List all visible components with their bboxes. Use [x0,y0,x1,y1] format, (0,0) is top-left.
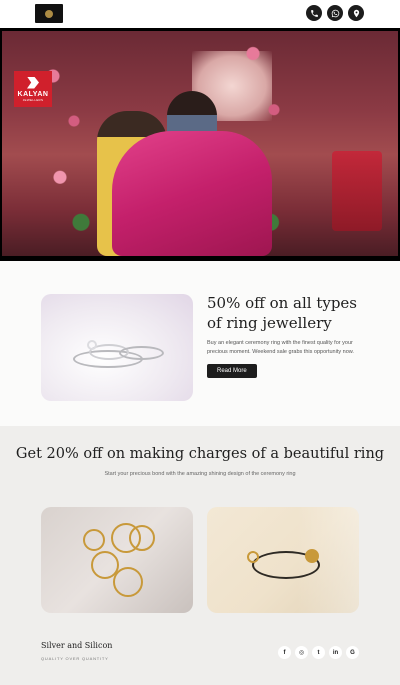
kalyan-brand-text: KALYAN [17,90,49,98]
whatsapp-icon[interactable] [327,5,343,21]
site-header [0,0,400,28]
gold-rings-image [41,507,193,613]
header-actions [306,5,364,21]
location-pin-icon[interactable] [348,5,364,21]
offer-section: 50% off on all types of ring jewellery B… [0,261,400,426]
hero-banner: KALYAN JEWELLERS [0,28,400,261]
hero-image: KALYAN JEWELLERS [2,31,398,256]
kalyan-jewellers-logo: KALYAN JEWELLERS [14,71,52,107]
promo-subtitle: Start your precious bond with the amazin… [104,471,296,477]
promo-title: Get 20% off on making charges of a beaut… [15,446,385,462]
offer-description: Buy an elegant ceremony ring with the fi… [207,340,354,355]
read-more-button[interactable]: Read More [207,364,257,378]
gold-earring-image [207,507,359,613]
brand-crest-icon [45,9,53,18]
brand-logo[interactable] [35,4,63,23]
linkedin-icon[interactable]: in [329,646,342,659]
footer-brand-name: Silver and Silicon [41,641,113,650]
kalyan-tagline-text: JEWELLERS [22,97,44,102]
kalyan-k-icon [27,76,39,89]
silver-rings-image [41,294,193,401]
twitter-icon[interactable]: t [312,646,325,659]
offer-text-block: 50% off on all types of ring jewellery B… [207,293,367,378]
footer-tagline: QUALITY OVER QUANTITY [41,656,109,661]
social-links: f ◎ t in G [278,646,359,659]
google-icon[interactable]: G [346,646,359,659]
phone-icon[interactable] [306,5,322,21]
offer-title: 50% off on all types of ring jewellery [207,294,358,332]
instagram-icon[interactable]: ◎ [295,646,308,659]
facebook-icon[interactable]: f [278,646,291,659]
